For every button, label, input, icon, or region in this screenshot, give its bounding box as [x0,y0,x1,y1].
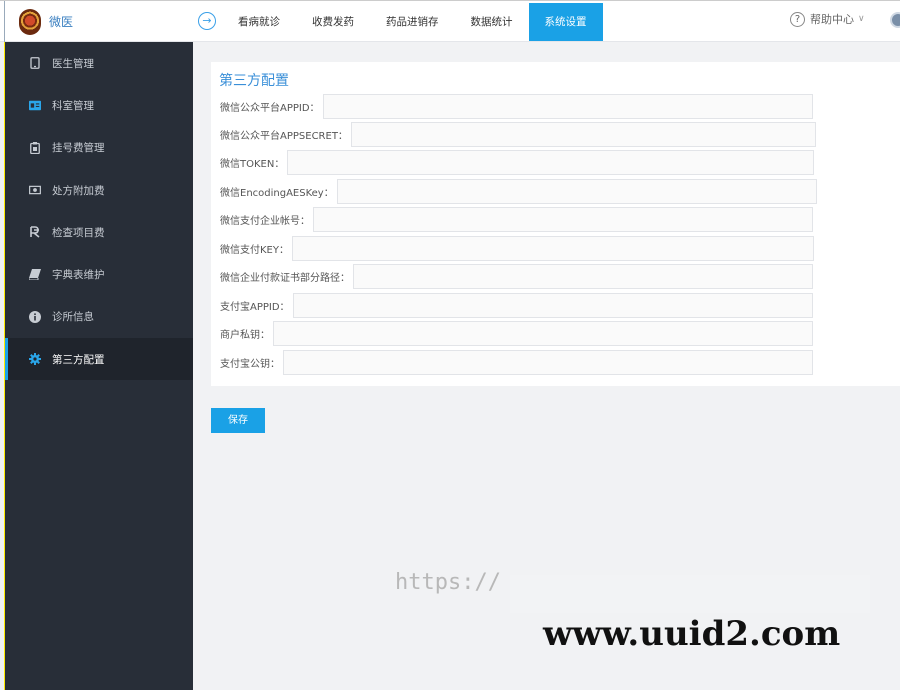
field-row: 商户私钥： [220,321,813,346]
field-row: 微信EncodingAESKey： [220,179,817,204]
field-label: 微信公众平台APPID： [220,103,320,114]
field-row: 微信支付企业帐号： [220,207,813,232]
question-icon: ? [790,11,805,27]
watermark-url: https:// [395,570,501,595]
field-label: 支付宝APPID： [220,302,290,313]
sidebar-item-label: 检查项目费 [52,226,105,239]
app-name: 微医 [49,15,74,29]
page-title: 第三方配置 [219,73,289,89]
wechat-cert-path-input[interactable] [353,264,813,289]
wechat-pay-account-input[interactable] [313,207,813,232]
field-label: 支付宝公钥： [220,359,280,370]
nav-item-settings[interactable]: 系统设置 [528,3,603,41]
avatar[interactable] [890,12,900,28]
nav-item-statistics[interactable]: 数据统计 [455,3,529,41]
wechat-pay-key-input[interactable] [291,236,814,261]
wechat-aeskey-input[interactable] [336,179,817,204]
wechat-token-input[interactable] [287,150,815,175]
nav-item-charge[interactable]: 收费发药 [296,3,370,41]
nav-item-consult[interactable]: 看病就诊 [222,3,296,41]
sidebar: 医生管理 科室管理 挂号费管理 处方附加费 检查项目费 字典表维护 诊所信息 第… [4,42,193,690]
field-label: 微信支付企业帐号： [220,216,310,227]
sidebar-item-label: 医生管理 [52,57,94,70]
field-label: 微信TOKEN： [220,159,285,170]
top-nav: 看病就诊 收费发药 药品进销存 数据统计 系统设置 [222,3,603,41]
sidebar-item-label: 科室管理 [52,99,94,112]
sidebar-item-third-party[interactable]: 第三方配置 [5,338,193,381]
help-center-label: 帮助中心 [810,13,854,26]
watermark-blur [510,575,870,613]
nav-item-inventory[interactable]: 药品进销存 [370,3,455,41]
sidebar-item-label: 字典表维护 [52,269,105,282]
field-label: 微信企业付款证书部分路径： [220,273,350,284]
sidebar-item-label: 第三方配置 [52,353,105,366]
field-label: 微信公众平台APPSECRET： [220,131,348,142]
sidebar-item-departments[interactable]: 科室管理 [5,84,193,126]
currency-icon [29,226,41,238]
field-row: 微信公众平台APPID： [220,94,813,119]
sidebar-item-doctors[interactable]: 医生管理 [5,42,193,84]
phone-icon [29,57,41,70]
field-row: 微信企业付款证书部分路径： [220,264,813,289]
sidebar-item-dictionary[interactable]: 字典表维护 [5,253,193,295]
alipay-public-key-input[interactable] [283,350,813,375]
sidebar-item-registration-fee[interactable]: 挂号费管理 [5,127,193,169]
sidebar-item-prescription-fee[interactable]: 处方附加费 [5,169,193,211]
chevron-down-icon: ∨ [858,14,865,24]
arrow-right-icon[interactable]: → [198,12,216,30]
field-row: 支付宝公钥： [220,350,813,375]
clipboard-icon [29,141,41,154]
field-label: 微信支付KEY： [220,245,289,256]
field-row: 微信TOKEN： [220,150,815,175]
sidebar-item-label: 诊所信息 [52,311,94,324]
brand[interactable]: 微医 [4,1,193,42]
top-bar: 微医 → 看病就诊 收费发药 药品进销存 数据统计 系统设置 ? 帮助中心 ∨ [0,0,900,42]
sidebar-item-exam-fee[interactable]: 检查项目费 [5,211,193,253]
field-row: 微信公众平台APPSECRET： [220,122,816,147]
field-row: 微信支付KEY： [220,236,814,261]
sidebar-item-clinic-info[interactable]: 诊所信息 [5,296,193,338]
app-logo [19,8,41,35]
field-label: 微信EncodingAESKey： [220,188,334,199]
money-icon [29,184,41,196]
book-icon [29,269,41,281]
id-card-icon [29,99,41,111]
merchant-private-key-input[interactable] [273,321,813,346]
gear-icon [29,353,41,366]
wechat-appid-input[interactable] [322,94,813,119]
sidebar-item-label: 挂号费管理 [52,142,105,155]
save-button[interactable]: 保存 [211,408,265,433]
info-icon [29,310,41,323]
field-label: 商户私钥： [220,330,270,341]
wechat-appsecret-input[interactable] [350,122,816,147]
field-row: 支付宝APPID： [220,293,813,318]
help-center-menu[interactable]: ? 帮助中心 ∨ [790,11,865,27]
sidebar-item-label: 处方附加费 [52,184,105,197]
config-panel: 第三方配置 微信公众平台APPID： 微信公众平台APPSECRET： 微信TO… [211,62,900,386]
watermark-site: www.uuid2.com [543,614,841,654]
alipay-appid-input[interactable] [292,293,813,318]
